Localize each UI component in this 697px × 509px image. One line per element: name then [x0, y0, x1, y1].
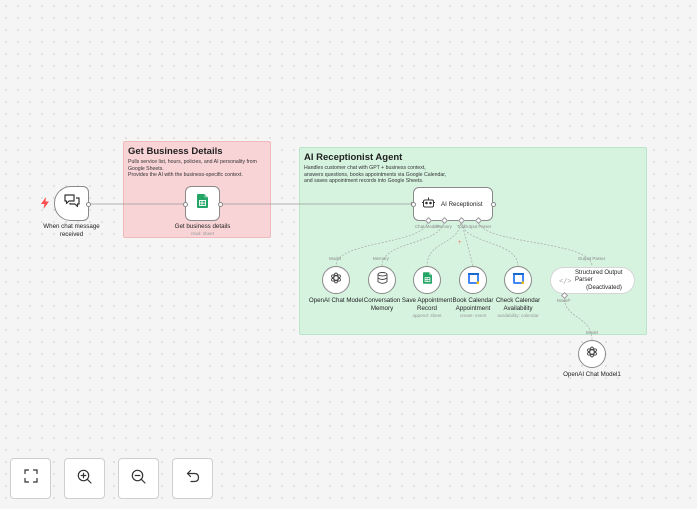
- node-openai-chat-model1[interactable]: [578, 340, 606, 368]
- port-label-model-star: Model*: [557, 298, 571, 303]
- node-book-calendar-appointment[interactable]: [459, 266, 487, 294]
- node-check-calendar-availability[interactable]: [504, 266, 532, 294]
- node-openai-chat-model[interactable]: [322, 266, 350, 294]
- connections-layer: [91, 201, 593, 341]
- google-sheets-icon: [197, 194, 208, 213]
- port-label-model: Model: [586, 330, 598, 335]
- undo-button[interactable]: [172, 458, 213, 499]
- trigger-output-handle[interactable]: [86, 201, 91, 207]
- node-label: Get business details: [174, 223, 231, 230]
- zoom-in-button[interactable]: [64, 458, 105, 499]
- robot-icon: [422, 195, 435, 213]
- database-icon: [377, 271, 388, 289]
- port-label-memory: Memory: [373, 256, 389, 261]
- agent-output-handle[interactable]: [490, 201, 496, 207]
- zoom-out-icon: [131, 469, 146, 489]
- agent-input-handle[interactable]: [410, 201, 416, 207]
- node-save-appointment-record[interactable]: [413, 266, 441, 294]
- port-label-memory: Memory: [436, 224, 452, 229]
- add-tool-plus-icon[interactable]: +: [458, 240, 462, 246]
- chat-bubbles-icon: [63, 194, 80, 213]
- zoom-out-button[interactable]: [118, 458, 159, 499]
- node-label: When chat message received: [43, 223, 100, 238]
- openai-icon: [330, 271, 342, 289]
- node-status: (Deactivated): [586, 284, 622, 291]
- undo-icon: [186, 469, 200, 488]
- node-label: AI Receptionist: [441, 200, 483, 208]
- node-subtitle: append: sheet: [412, 313, 442, 318]
- node-label: Save Appointment Record: [401, 297, 453, 312]
- node-label: Structured Output Parser (Deactivated): [575, 270, 633, 292]
- node-structured-output-parser[interactable]: </> Structured Output Parser (Deactivate…: [550, 267, 635, 294]
- google-calendar-icon: [512, 271, 524, 289]
- node-label: Conversation Memory: [363, 297, 401, 312]
- port-label-model: Model: [329, 256, 341, 261]
- port-label-output-parser: Output Parser: [578, 256, 606, 261]
- business-input-handle[interactable]: [182, 201, 188, 207]
- fit-view-button[interactable]: [10, 458, 51, 499]
- node-label: OpenAI Chat Model1: [563, 371, 621, 378]
- node-chat-trigger[interactable]: [54, 186, 89, 221]
- node-get-business-details[interactable]: [185, 186, 220, 221]
- zoom-in-icon: [77, 469, 92, 489]
- business-output-handle[interactable]: [217, 201, 223, 207]
- google-sheets-icon: [422, 271, 432, 289]
- node-label: Check Calendar Availability: [495, 297, 541, 312]
- node-subtitle: read: sheet: [191, 231, 214, 236]
- node-conversation-memory[interactable]: [368, 266, 396, 294]
- port-label-output-parser: Output Parser: [464, 224, 492, 229]
- code-brackets-icon: </>: [559, 276, 572, 285]
- trigger-bolt-icon: [41, 197, 49, 213]
- connection-output-parser: [477, 219, 593, 267]
- openai-icon: [586, 345, 598, 363]
- google-calendar-icon: [467, 271, 479, 289]
- node-subtitle: availability: calendar: [497, 313, 539, 318]
- node-ai-receptionist[interactable]: AI Receptionist: [413, 187, 493, 221]
- fit-view-icon: [23, 469, 38, 488]
